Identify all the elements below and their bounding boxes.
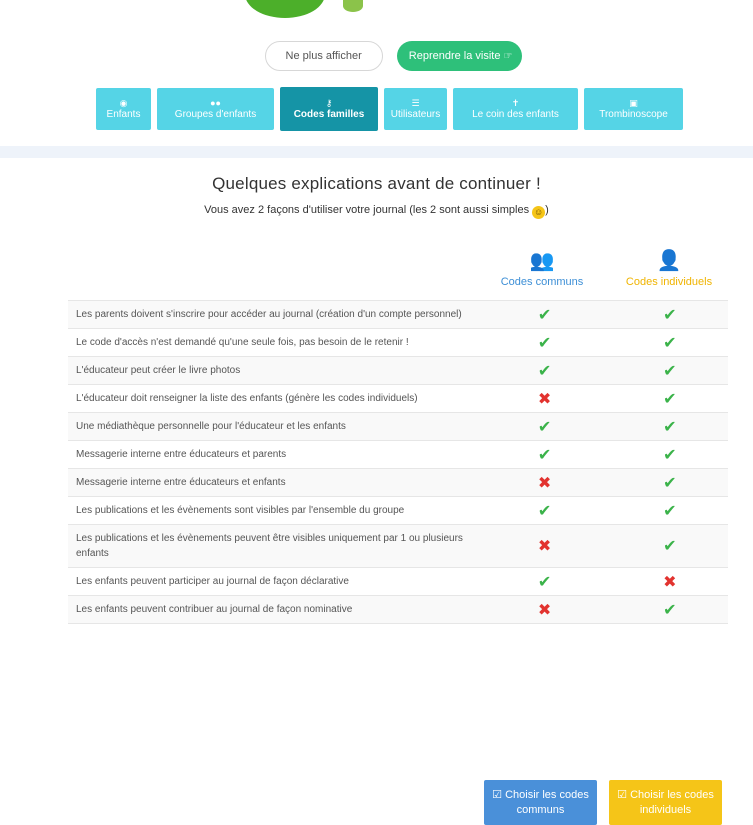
resume-tour-label: Reprendre la visite [408,50,501,62]
section-divider [0,146,753,158]
table-row: Les enfants peuvent participer au journa… [68,568,728,596]
check-icon: ✔ [663,306,677,324]
row-label: L'éducateur doit renseigner la liste des… [76,393,418,404]
cross-icon: ✖ [663,573,677,591]
row-label: Les publications et les évènements peuve… [76,533,463,559]
users-group-icon: 👥 [529,250,555,272]
users-list-icon: ☰ [411,98,420,108]
check-icon: ✔ [537,362,552,380]
row-label: Messagerie interne entre éducateurs et p… [76,449,287,460]
check-icon: ✔ [537,502,552,520]
check-icon: ✔ [663,601,677,619]
group-icon: ●● [210,98,221,108]
picture-icon: ▣ [629,98,638,108]
column-header-communs: 👥 Codes communs [492,250,592,288]
tab-label: Utilisateurs [390,109,441,120]
check-icon: ✔ [663,446,677,464]
table-row: Les parents doivent s'inscrire pour accé… [68,301,728,329]
row-label: L'éducateur peut créer le livre photos [76,365,241,376]
choose-communs-label: ☑ Choisir les codes communs [492,788,589,816]
row-label: Le code d'accès n'est demandé qu'une seu… [76,337,409,348]
check-icon: ✔ [663,390,677,408]
table-row: Messagerie interne entre éducateurs et e… [68,469,728,497]
cross-icon: ✖ [537,538,552,555]
check-icon: ✔ [537,418,552,436]
decorative-blob [245,0,325,18]
tab-label: Codes familles [293,109,365,120]
table-row: Messagerie interne entre éducateurs et p… [68,441,728,469]
table-row: Les publications et les évènements peuve… [68,525,728,568]
tab-groupes-enfants[interactable]: ●● Groupes d'enfants [157,88,274,130]
check-icon: ✔ [537,573,552,591]
tab-utilisateurs[interactable]: ☰ Utilisateurs [384,88,447,130]
choose-individuels-button[interactable]: ☑ Choisir les codes individuels [609,780,722,825]
row-label: Une médiathèque personnelle pour l'éduca… [76,421,346,432]
choose-individuels-text: Choisir les codes individuels [630,788,714,816]
comparison-table: Les parents doivent s'inscrire pour accé… [68,300,728,624]
hand-pointer-icon: ☞ [503,50,513,62]
choose-communs-button[interactable]: ☑ Choisir les codes communs [484,780,597,825]
check-icon: ✔ [537,306,552,324]
check-icon: ✔ [663,474,677,492]
tab-coin-enfants[interactable]: ✝ Le coin des enfants [453,88,578,130]
hide-tour-button[interactable]: Ne plus afficher [264,41,383,71]
column-label-individuels: Codes individuels [625,276,713,288]
table-row: Les publications et les évènements sont … [68,497,728,525]
check-icon: ✔ [537,446,552,464]
child-icon: ◉ [119,98,128,108]
column-header-individuels: 👤 Codes individuels [614,250,724,288]
check-icon: ✔ [663,502,677,520]
tab-codes-familles[interactable]: ⚷ Codes familles [280,87,378,131]
tab-enfants[interactable]: ◉ Enfants [96,88,151,130]
cross-icon: ✖ [537,390,552,408]
row-label: Les publications et les évènements sont … [76,505,405,516]
cross-icon: ✖ [537,601,552,619]
table-row: L'éducateur doit renseigner la liste des… [68,385,728,413]
smiley-icon: ☺ [532,206,546,219]
check-icon: ✔ [537,334,552,352]
cross-icon: ✖ [537,474,552,492]
page-subtitle: Vous avez 2 façons d'utiliser votre jour… [204,204,549,219]
table-row: Les enfants peuvent contribuer au journa… [68,596,728,624]
user-icon: 👤 [656,250,682,272]
tab-label: Groupes d'enfants [174,109,257,120]
resume-tour-button[interactable]: Reprendre la visite ☞ [396,41,523,71]
page-title: Quelques explications avant de continuer… [212,174,541,193]
key-icon: ⚷ [325,98,333,108]
choose-individuels-label: ☑ Choisir les codes individuels [617,788,714,816]
tab-label: Enfants [106,109,141,120]
tab-label: Trombinoscope [599,109,668,120]
tab-trombinoscope[interactable]: ▣ Trombinoscope [584,88,683,130]
check-icon: ✔ [663,334,677,352]
child-corner-icon: ✝ [511,98,520,108]
check-icon: ✔ [663,418,677,436]
subtitle-text: Vous avez 2 façons d'utiliser votre jour… [204,204,530,216]
check-icon: ✔ [663,538,677,555]
row-label: Les enfants peuvent contribuer au journa… [76,604,353,615]
tour-actions: Ne plus afficher Reprendre la visite ☞ [0,41,753,71]
row-label: Les enfants peuvent participer au journa… [76,576,349,587]
row-label: Messagerie interne entre éducateurs et e… [76,477,286,488]
check-icon: ✔ [663,362,677,380]
section-tabs: ◉ Enfants ●● Groupes d'enfants ⚷ Codes f… [96,87,683,131]
table-row: Une médiathèque personnelle pour l'éduca… [68,413,728,441]
column-label-communs: Codes communs [500,276,584,288]
table-row: Le code d'accès n'est demandé qu'une seu… [68,329,728,357]
decorative-blob-small [343,0,363,12]
table-row: L'éducateur peut créer le livre photos ✔ ✔ [68,357,728,385]
choose-communs-text: Choisir les codes communs [505,788,589,816]
tab-label: Le coin des enfants [472,109,559,120]
row-label: Les parents doivent s'inscrire pour accé… [76,309,462,320]
